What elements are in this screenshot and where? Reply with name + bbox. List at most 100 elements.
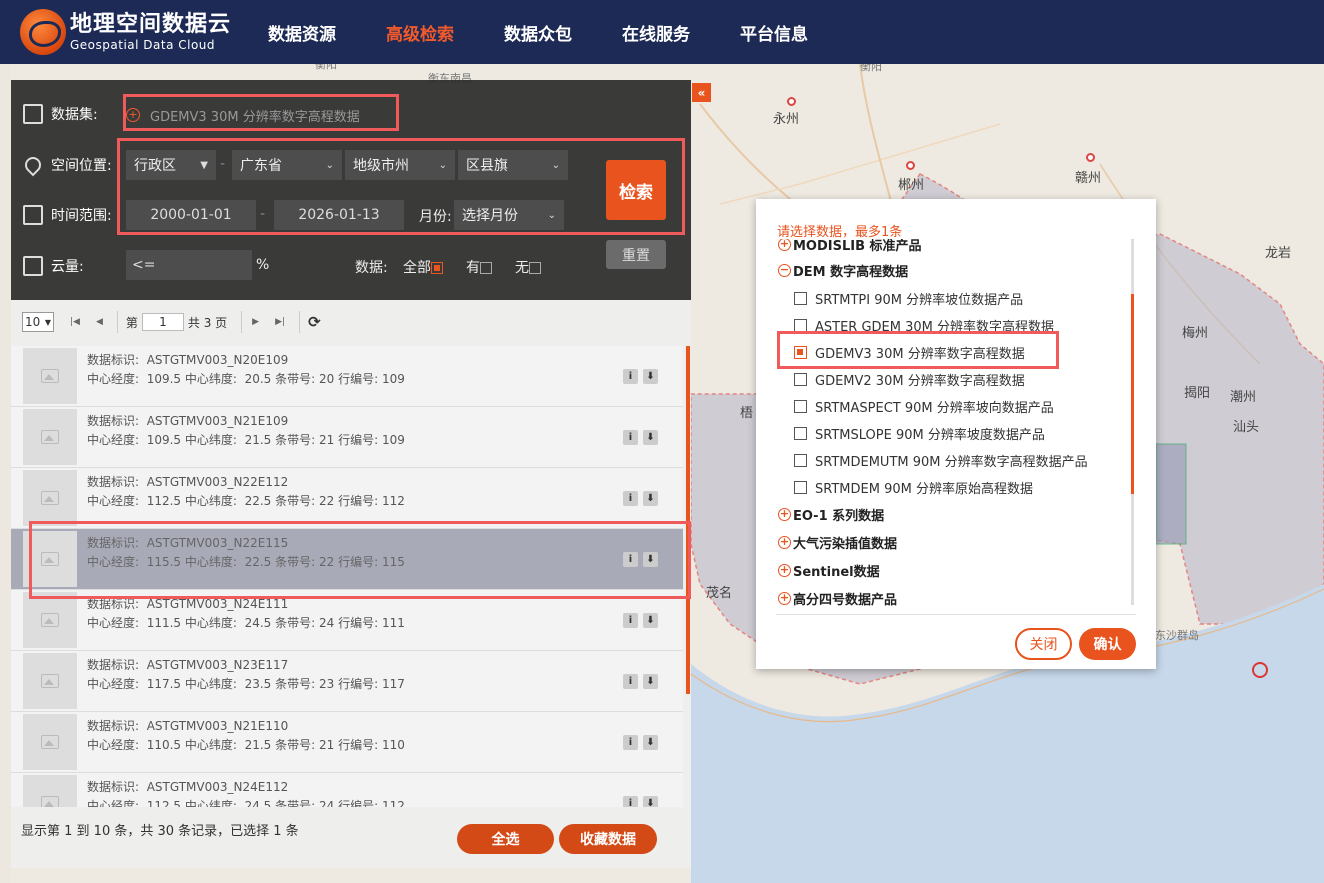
info-icon[interactable]: i: [623, 430, 638, 445]
result-row[interactable]: 数据标识: ASTGTMV003_N24E112 中心经度: 112.5 中心纬度…: [11, 773, 683, 807]
info-icon[interactable]: i: [623, 369, 638, 384]
checkbox-icon[interactable]: [794, 292, 807, 305]
data-filter-yes[interactable]: 有: [466, 257, 492, 277]
map-label: 衡阳: [315, 64, 337, 71]
tree-dataset-option[interactable]: SRTMDEMUTM 90M 分辨率数字高程数据产品: [794, 451, 1088, 470]
tree-category[interactable]: + 高分四号数据产品: [778, 589, 897, 608]
globe-logo-icon: [20, 9, 66, 55]
checkbox-icon[interactable]: [794, 373, 807, 386]
chevron-down-icon: ⌄: [547, 209, 556, 221]
month-label: 月份:: [419, 209, 452, 225]
info-icon[interactable]: i: [623, 735, 638, 750]
reset-button[interactable]: 重置: [606, 240, 666, 269]
checkbox-icon[interactable]: [794, 400, 807, 413]
tree-category[interactable]: − DEM 数字高程数据: [778, 261, 908, 280]
select-all-button[interactable]: 全选: [457, 824, 554, 854]
tree-dataset-option[interactable]: SRTMSLOPE 90M 分辨率坡度数据产品: [794, 424, 1045, 443]
location-label: 空间位置:: [51, 158, 112, 174]
checkbox-icon[interactable]: [794, 427, 807, 440]
page-number-input[interactable]: 1: [141, 313, 184, 331]
tree-category[interactable]: + Sentinel数据: [778, 561, 880, 580]
download-icon[interactable]: ⬇: [643, 735, 658, 750]
tree-category[interactable]: + MODISLIB 标准产品: [778, 239, 922, 254]
main-nav: 数据资源 高级检索 数据众包 在线服务 平台信息: [268, 20, 858, 45]
tree-dataset-option[interactable]: SRTMDEM 90M 分辨率原始高程数据: [794, 478, 1033, 497]
info-icon[interactable]: i: [623, 491, 638, 506]
result-row[interactable]: 数据标识: ASTGTMV003_N20E109 中心经度: 109.5 中心纬度…: [11, 346, 683, 407]
dataset-value: GDEMV3 30M 分辨率数字高程数据: [150, 109, 360, 125]
nav-advanced-search[interactable]: 高级检索: [386, 20, 454, 45]
province-select[interactable]: 广东省 ⌄: [232, 150, 342, 180]
expand-icon[interactable]: +: [778, 592, 791, 605]
nav-online-services[interactable]: 在线服务: [622, 20, 690, 45]
expand-icon[interactable]: +: [778, 239, 791, 251]
download-icon[interactable]: ⬇: [643, 796, 658, 807]
data-filter-no[interactable]: 无: [515, 257, 541, 277]
data-filter-all[interactable]: 全部: [403, 257, 443, 277]
results-scrollbar[interactable]: [686, 346, 690, 694]
result-meta: 中心经度: 111.5 中心纬度: 24.5 条带号: 24 行编号: 111: [87, 616, 405, 630]
tree-category[interactable]: + 大气污染插值数据: [778, 533, 897, 552]
refresh-icon[interactable]: ⟳: [308, 313, 321, 331]
checkbox-icon[interactable]: [794, 319, 807, 332]
tree-dataset-option[interactable]: SRTMASPECT 90M 分辨率坡向数据产品: [794, 397, 1054, 416]
expand-icon[interactable]: +: [778, 508, 791, 521]
map-label: 潮州: [1230, 390, 1257, 405]
chevron-down-icon: ⌄: [325, 159, 334, 171]
collapse-icon[interactable]: −: [778, 264, 791, 277]
nav-data-resources[interactable]: 数据资源: [268, 20, 336, 45]
info-icon[interactable]: i: [623, 613, 638, 628]
tree-dataset-option[interactable]: SRTMTPI 90M 分辨率坡位数据产品: [794, 289, 1023, 308]
month-select[interactable]: 选择月份 ⌄: [454, 200, 564, 230]
city-marker-icon: [1086, 153, 1095, 162]
result-row[interactable]: 数据标识: ASTGTMV003_N22E115 中心经度: 115.5 中心纬度…: [11, 529, 683, 590]
info-icon[interactable]: i: [623, 796, 638, 807]
tree-scrollbar-thumb[interactable]: [1131, 294, 1134, 494]
favorite-data-button[interactable]: 收藏数据: [559, 824, 657, 854]
download-icon[interactable]: ⬇: [643, 552, 658, 567]
tree-dataset-option[interactable]: GDEMV3 30M 分辨率数字高程数据: [794, 343, 1025, 362]
first-page-icon[interactable]: |◀: [70, 317, 80, 327]
last-page-icon[interactable]: ▶|: [275, 317, 285, 327]
confirm-button[interactable]: 确认: [1079, 628, 1136, 660]
next-page-icon[interactable]: ▶: [252, 317, 259, 327]
info-icon[interactable]: i: [623, 552, 638, 567]
close-button[interactable]: 关闭: [1015, 628, 1072, 660]
download-icon[interactable]: ⬇: [643, 430, 658, 445]
result-row[interactable]: 数据标识: ASTGTMV003_N21E109 中心经度: 109.5 中心纬度…: [11, 407, 683, 468]
start-date-input[interactable]: 2000-01-01: [126, 200, 256, 230]
county-select[interactable]: 区县旗 ⌄: [458, 150, 568, 180]
city-select[interactable]: 地级市州 ⌄: [345, 150, 455, 180]
search-button[interactable]: 检索: [606, 160, 666, 220]
page-size-select[interactable]: 10 ▼: [22, 312, 54, 332]
collapse-panel-button[interactable]: «: [692, 83, 711, 102]
checkbox-icon[interactable]: [794, 454, 807, 467]
nav-platform-info[interactable]: 平台信息: [740, 20, 808, 45]
result-row[interactable]: 数据标识: ASTGTMV003_N21E110 中心经度: 110.5 中心纬度…: [11, 712, 683, 773]
checkbox-checked-icon[interactable]: [794, 346, 807, 359]
nav-crowdsourcing[interactable]: 数据众包: [504, 20, 572, 45]
result-row[interactable]: 数据标识: ASTGTMV003_N24E111 中心经度: 111.5 中心纬度…: [11, 590, 683, 651]
dataset-selector[interactable]: + GDEMV3 30M 分辨率数字高程数据: [126, 104, 396, 126]
expand-icon[interactable]: +: [778, 536, 791, 549]
tree-dataset-option[interactable]: ASTER GDEM 30M 分辨率数字高程数据: [794, 316, 1054, 335]
info-icon[interactable]: i: [623, 674, 638, 689]
download-icon[interactable]: ⬇: [643, 674, 658, 689]
site-logo[interactable]: 地理空间数据云 Geospatial Data Cloud: [20, 9, 250, 55]
checkbox-icon: [480, 262, 492, 274]
download-icon[interactable]: ⬇: [643, 491, 658, 506]
result-row[interactable]: 数据标识: ASTGTMV003_N22E112 中心经度: 112.5 中心纬度…: [11, 468, 683, 529]
checkbox-icon[interactable]: [794, 481, 807, 494]
region-type-select[interactable]: 行政区 ▼: [126, 150, 216, 180]
prev-page-icon[interactable]: ◀: [96, 317, 103, 327]
expand-icon[interactable]: +: [778, 564, 791, 577]
download-icon[interactable]: ⬇: [643, 613, 658, 628]
download-icon[interactable]: ⬇: [643, 369, 658, 384]
cloud-input[interactable]: <=: [126, 250, 252, 280]
result-row[interactable]: 数据标识: ASTGTMV003_N23E117 中心经度: 117.5 中心纬度…: [11, 651, 683, 712]
end-date-input[interactable]: 2026-01-13: [274, 200, 404, 230]
chevron-down-icon: ⌄: [551, 159, 560, 171]
tree-category[interactable]: + EO-1 系列数据: [778, 505, 884, 524]
tree-dataset-option[interactable]: GDEMV2 30M 分辨率数字高程数据: [794, 370, 1025, 389]
map-label: 郴州: [898, 178, 925, 193]
